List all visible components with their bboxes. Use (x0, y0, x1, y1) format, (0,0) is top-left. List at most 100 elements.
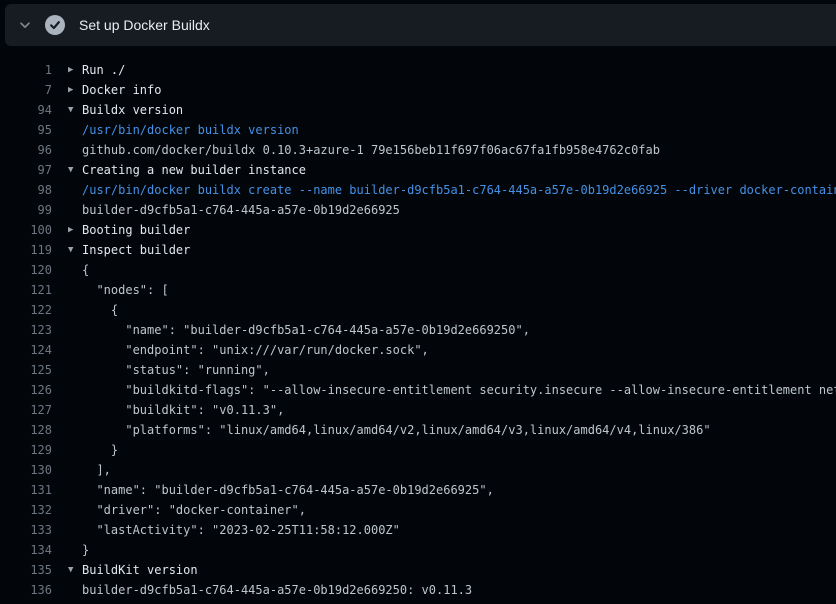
log-line: 129 } (0, 440, 836, 460)
group-collapsed-icon[interactable]: ▶ (52, 220, 82, 240)
line-number-link[interactable]: 124 (0, 340, 52, 360)
line-number-link[interactable]: 134 (0, 540, 52, 560)
log-text: "buildkit": "v0.11.3", (82, 400, 284, 420)
log-line: 123 "name": "builder-d9cfb5a1-c764-445a-… (0, 320, 836, 340)
line-number-link[interactable]: 94 (0, 100, 52, 120)
log-line[interactable]: 135 ▼ BuildKit version (0, 560, 836, 580)
log-line: 124 "endpoint": "unix:///var/run/docker.… (0, 340, 836, 360)
gutter-spacer (52, 460, 82, 480)
log-line: 130 ], (0, 460, 836, 480)
log-text: "driver": "docker-container", (82, 500, 306, 520)
log-text: Inspect builder (82, 240, 190, 260)
log-text: } (82, 540, 89, 560)
log-line: 136 builder-d9cfb5a1-c764-445a-a57e-0b19… (0, 580, 836, 600)
gutter-spacer (52, 420, 82, 440)
line-number-link[interactable]: 98 (0, 180, 52, 200)
step-header[interactable]: Set up Docker Buildx (5, 4, 836, 46)
gutter-spacer (52, 280, 82, 300)
gutter-spacer (52, 180, 82, 200)
log-line[interactable]: 100 ▶ Booting builder (0, 220, 836, 240)
line-number-link[interactable]: 121 (0, 280, 52, 300)
log-text: github.com/docker/buildx 0.10.3+azure-1 … (82, 140, 660, 160)
gutter-spacer (52, 200, 82, 220)
gutter-spacer (52, 260, 82, 280)
log-line[interactable]: 7 ▶ Docker info (0, 80, 836, 100)
log-text: { (82, 260, 89, 280)
log-line: 127 "buildkit": "v0.11.3", (0, 400, 836, 420)
line-number-link[interactable]: 123 (0, 320, 52, 340)
log-text: "status": "running", (82, 360, 270, 380)
gutter-spacer (52, 480, 82, 500)
line-number-link[interactable]: 128 (0, 420, 52, 440)
log-line: 131 "name": "builder-d9cfb5a1-c764-445a-… (0, 480, 836, 500)
gutter-spacer (52, 400, 82, 420)
gutter-spacer (52, 300, 82, 320)
line-number-link[interactable]: 122 (0, 300, 52, 320)
line-number-link[interactable]: 97 (0, 160, 52, 180)
log-text: Run ./ (82, 60, 125, 80)
gutter-spacer (52, 580, 82, 600)
line-number-link[interactable]: 99 (0, 200, 52, 220)
log-text: "name": "builder-d9cfb5a1-c764-445a-a57e… (82, 480, 494, 500)
gutter-spacer (52, 120, 82, 140)
log-text: BuildKit version (82, 560, 198, 580)
line-number-link[interactable]: 125 (0, 360, 52, 380)
line-number-link[interactable]: 1 (0, 60, 52, 80)
log-line: 133 "lastActivity": "2023-02-25T11:58:12… (0, 520, 836, 540)
gutter-spacer (52, 340, 82, 360)
log-line: 121 "nodes": [ (0, 280, 836, 300)
line-number-link[interactable]: 133 (0, 520, 52, 540)
log-text: Docker info (82, 80, 161, 100)
chevron-down-icon[interactable] (18, 18, 32, 32)
line-number-link[interactable]: 119 (0, 240, 52, 260)
log-text: Booting builder (82, 220, 190, 240)
log-text: builder-d9cfb5a1-c764-445a-a57e-0b19d2e6… (82, 580, 472, 600)
log-line: 98 /usr/bin/docker buildx create --name … (0, 180, 836, 200)
log-text: "platforms": "linux/amd64,linux/amd64/v2… (82, 420, 711, 440)
step-title: Set up Docker Buildx (79, 17, 210, 33)
line-number-link[interactable]: 127 (0, 400, 52, 420)
line-number-link[interactable]: 131 (0, 480, 52, 500)
log-text: builder-d9cfb5a1-c764-445a-a57e-0b19d2e6… (82, 200, 400, 220)
gutter-spacer (52, 520, 82, 540)
log-text: "nodes": [ (82, 280, 169, 300)
group-expanded-icon[interactable]: ▼ (52, 560, 82, 580)
line-number-link[interactable]: 129 (0, 440, 52, 460)
log-text: Creating a new builder instance (82, 160, 306, 180)
line-number-link[interactable]: 132 (0, 500, 52, 520)
log-viewer: Set up Docker Buildx 1 ▶ Run ./ 7 ▶ Dock… (0, 0, 836, 604)
gutter-spacer (52, 540, 82, 560)
line-number-link[interactable]: 95 (0, 120, 52, 140)
gutter-spacer (52, 320, 82, 340)
group-expanded-icon[interactable]: ▼ (52, 100, 82, 120)
log-text: /usr/bin/docker buildx create --name bui… (82, 180, 836, 200)
log-line: 95 /usr/bin/docker buildx version (0, 120, 836, 140)
log-line[interactable]: 97 ▼ Creating a new builder instance (0, 160, 836, 180)
log-line[interactable]: 119 ▼ Inspect builder (0, 240, 836, 260)
line-number-link[interactable]: 126 (0, 380, 52, 400)
gutter-spacer (52, 140, 82, 160)
log-text: { (82, 300, 118, 320)
log-text: ], (82, 460, 111, 480)
check-circle-icon (45, 15, 65, 35)
log-line[interactable]: 94 ▼ Buildx version (0, 100, 836, 120)
log-line: 122 { (0, 300, 836, 320)
group-expanded-icon[interactable]: ▼ (52, 160, 82, 180)
log-text: "endpoint": "unix:///var/run/docker.sock… (82, 340, 429, 360)
line-number-link[interactable]: 135 (0, 560, 52, 580)
line-number-link[interactable]: 7 (0, 80, 52, 100)
log-line: 99 builder-d9cfb5a1-c764-445a-a57e-0b19d… (0, 200, 836, 220)
line-number-link[interactable]: 136 (0, 580, 52, 600)
log-line: 96 github.com/docker/buildx 0.10.3+azure… (0, 140, 836, 160)
log-lines: 1 ▶ Run ./ 7 ▶ Docker info 94 ▼ Buildx v… (0, 46, 836, 600)
group-collapsed-icon[interactable]: ▶ (52, 80, 82, 100)
group-collapsed-icon[interactable]: ▶ (52, 60, 82, 80)
log-line[interactable]: 1 ▶ Run ./ (0, 60, 836, 80)
line-number-link[interactable]: 100 (0, 220, 52, 240)
line-number-link[interactable]: 130 (0, 460, 52, 480)
gutter-spacer (52, 500, 82, 520)
group-expanded-icon[interactable]: ▼ (52, 240, 82, 260)
line-number-link[interactable]: 96 (0, 140, 52, 160)
line-number-link[interactable]: 120 (0, 260, 52, 280)
log-text: "name": "builder-d9cfb5a1-c764-445a-a57e… (82, 320, 530, 340)
